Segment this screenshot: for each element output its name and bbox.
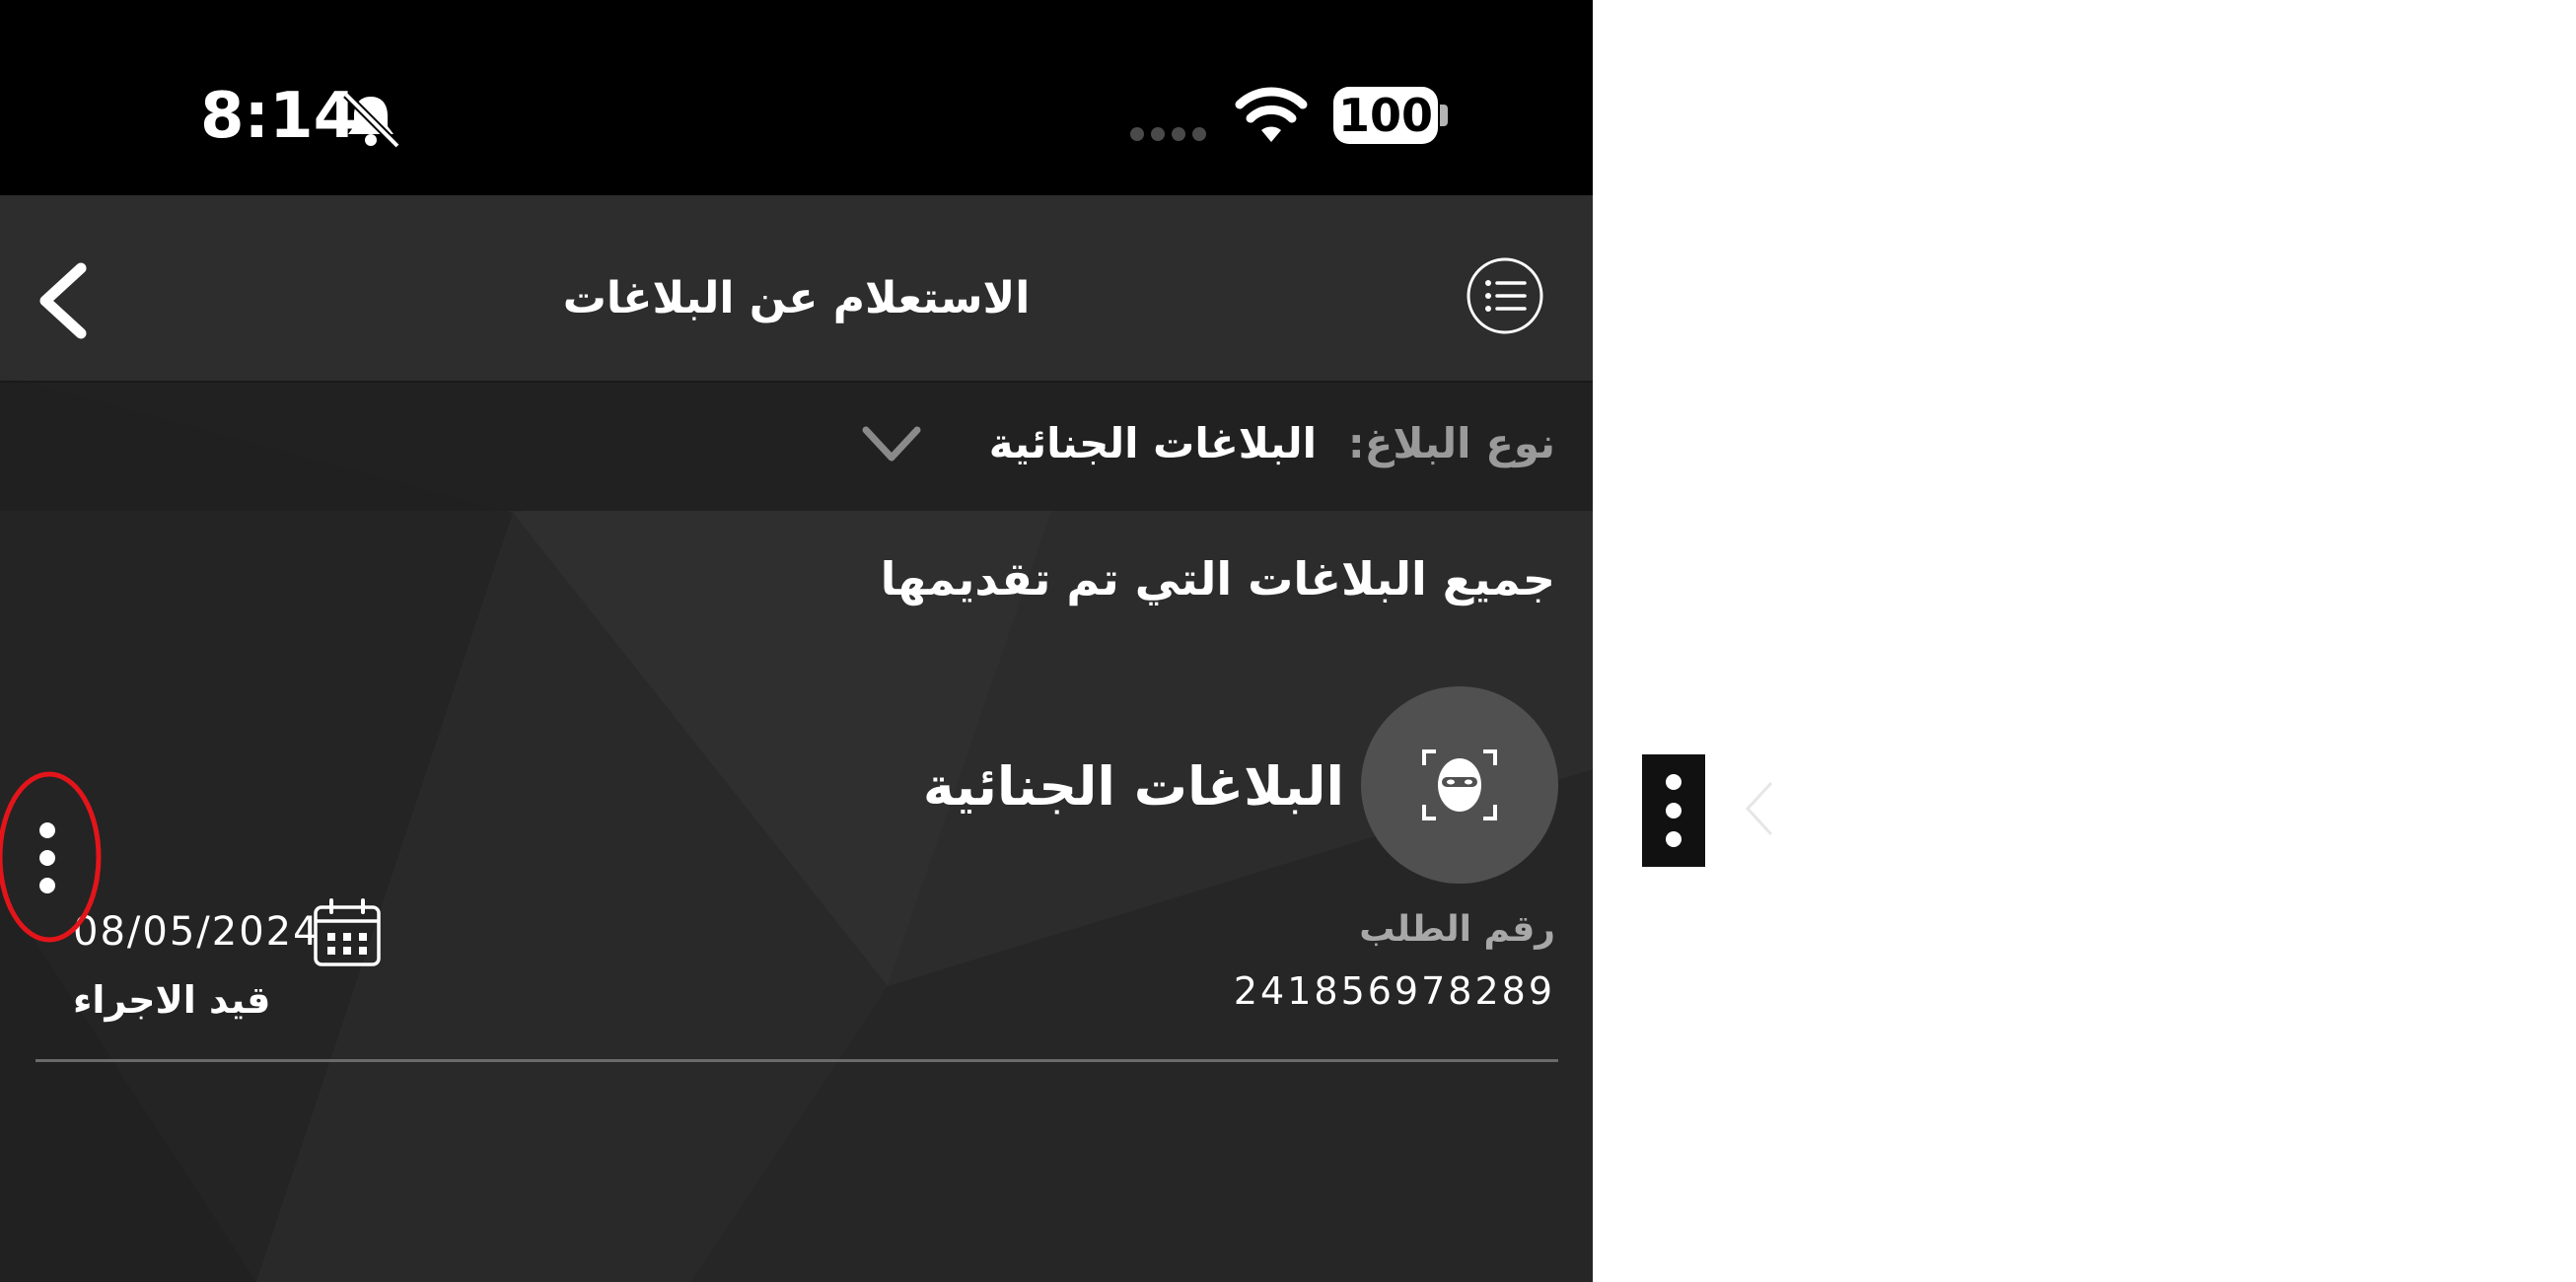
report-title: البلاغات الجنائية [922,755,1344,818]
calendar-icon [314,898,381,966]
chevron-left-icon[interactable] [1742,779,1777,838]
wifi-icon [1235,87,1308,142]
status-bar: 8:14 100 [0,0,1593,195]
battery-indicator: 100 [1333,87,1438,144]
side-options-handle[interactable] [1642,754,1705,867]
list-menu-icon[interactable] [1466,256,1544,335]
highlight-annotation-ring [0,771,102,943]
chevron-down-icon[interactable] [860,422,923,465]
report-date: 08/05/2024 [73,909,321,955]
navigation-bar: الاستعلام عن البلاغات [0,195,1593,383]
bell-slash-icon [343,92,400,149]
signal-strength-icon [1130,127,1206,141]
masked-person-icon [1422,749,1497,820]
report-status: قيد الاجراء [73,978,271,1022]
report-type-selector[interactable]: نوع البلاغ: البلاغات الجنائية [0,383,1593,511]
page-title: الاستعلام عن البلاغات [562,273,1031,323]
section-title: جميع البلاغات التي تم تقديمها [880,552,1555,605]
status-time: 8:14 [200,80,358,153]
report-type-value[interactable]: البلاغات الجنائية [989,412,1317,475]
report-avatar [1361,686,1558,884]
phone-screen: 8:14 100 الاستعلام عن البلاغات نوع البلا… [0,0,1593,1282]
request-number-label: رقم الطلب [1359,909,1555,950]
report-type-label: نوع البلاغ: [1347,419,1555,467]
vertical-dots-icon [1666,774,1682,847]
battery-tip [1440,105,1448,126]
list-divider [36,1059,1558,1062]
request-number: 241856978289 [1233,969,1555,1013]
back-chevron-icon[interactable] [28,256,97,345]
